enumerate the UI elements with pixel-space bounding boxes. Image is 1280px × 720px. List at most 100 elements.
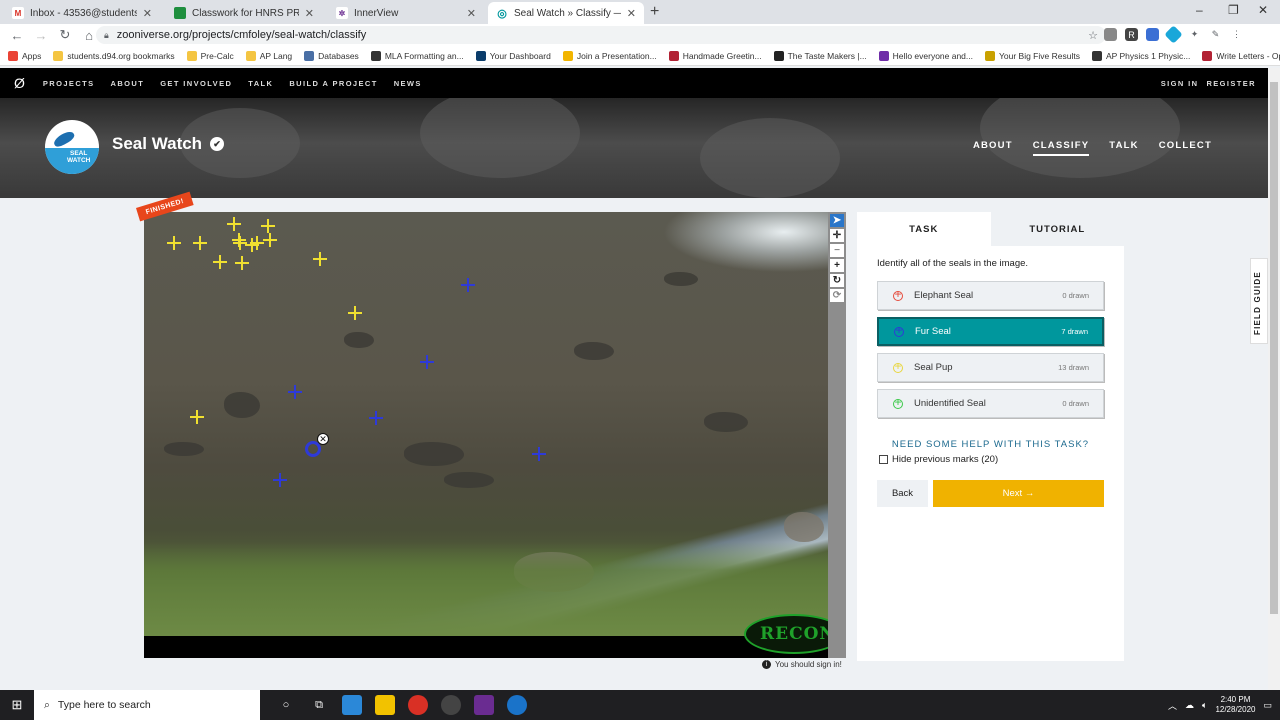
extension-icon[interactable]	[1146, 28, 1159, 41]
pen-icon[interactable]: ✎	[1209, 28, 1222, 41]
tab-innerview[interactable]: ✲ InnerView ✕	[328, 2, 484, 24]
help-link[interactable]: NEED SOME HELP WITH THIS TASK?	[857, 439, 1124, 450]
bookmark-item[interactable]: Apps	[8, 50, 41, 61]
close-icon[interactable]: ✕	[467, 7, 476, 20]
extension-r-icon[interactable]: R	[1125, 28, 1138, 41]
puzzle-icon[interactable]: ✦	[1188, 28, 1201, 41]
seal-pup-mark[interactable]	[193, 236, 207, 250]
fur-seal-mark[interactable]	[369, 411, 383, 425]
windows-start-icon[interactable]: ⊞	[0, 690, 34, 720]
tab-tutorial[interactable]: TUTORIAL	[990, 212, 1124, 246]
back-arrow-icon[interactable]: ←	[10, 28, 24, 43]
project-nav-talk[interactable]: TALK	[1109, 140, 1138, 156]
seal-pup-mark[interactable]	[227, 217, 241, 231]
zoom-out-icon[interactable]: −	[830, 244, 844, 257]
bookmark-item[interactable]: Your Big Five Results	[985, 50, 1080, 61]
choice-unidentified-seal[interactable]: Unidentified Seal 0 drawn	[877, 389, 1104, 418]
forward-arrow-icon[interactable]: →	[34, 28, 48, 43]
bookmark-item[interactable]: Pre-Calc	[186, 50, 234, 61]
seal-pup-mark[interactable]	[213, 255, 227, 269]
pan-tool-icon[interactable]: ✛	[830, 229, 844, 242]
bookmark-item[interactable]: Your Dashboard	[475, 50, 551, 61]
menu-dots-icon[interactable]: ⋮	[1230, 28, 1243, 41]
new-tab-button[interactable]: +	[650, 3, 659, 21]
project-title[interactable]: Seal Watch ✔	[112, 134, 225, 154]
volume-icon[interactable]: 🔈︎	[1202, 700, 1207, 711]
choice-seal-pup[interactable]: Seal Pup 13 drawn	[877, 353, 1104, 382]
cortana-icon[interactable]: ○	[276, 695, 296, 715]
tab-seal-watch[interactable]: ◎ Seal Watch » Classify — Zooniverse ✕	[488, 2, 644, 24]
seal-pup-mark[interactable]	[261, 219, 275, 233]
bookmark-item[interactable]: The Taste Makers |...	[773, 50, 867, 61]
clock[interactable]: 2:40 PM 12/28/2020	[1215, 695, 1255, 715]
nav-get-involved[interactable]: GET INVOLVED	[160, 79, 232, 88]
project-nav-about[interactable]: ABOUT	[973, 140, 1013, 156]
choice-elephant-seal[interactable]: Elephant Seal 0 drawn	[877, 281, 1104, 310]
hide-marks-toggle[interactable]: Hide previous marks (20)	[879, 454, 998, 465]
next-button[interactable]: Next →	[933, 480, 1104, 507]
maximize-icon[interactable]: ❐	[1228, 3, 1239, 17]
nav-talk[interactable]: TALK	[248, 79, 273, 88]
tab-classroom[interactable]: Classwork for HNRS PRE-CALCULUS ✕	[166, 2, 322, 24]
tab-gmail[interactable]: M Inbox - 43536@students.d94.org ✕	[4, 2, 160, 24]
taskbar-search[interactable]: ⌕ Type here to search	[34, 690, 260, 720]
seal-pup-mark[interactable]	[250, 236, 264, 250]
fur-seal-mark[interactable]	[461, 278, 475, 292]
app-icon[interactable]	[474, 695, 494, 715]
seal-pup-mark[interactable]	[313, 252, 327, 266]
pointer-tool-icon[interactable]: ➤	[830, 214, 844, 227]
bookmark-item[interactable]: Join a Presentation...	[562, 50, 657, 61]
nav-news[interactable]: NEWS	[394, 79, 422, 88]
back-button[interactable]: Back	[877, 480, 928, 507]
extension-icon[interactable]	[1164, 25, 1183, 44]
field-guide-tab[interactable]: FIELD GUIDE	[1250, 258, 1268, 344]
tray-chevron-icon[interactable]: ︿	[1168, 699, 1177, 712]
hide-marks-checkbox[interactable]	[879, 455, 888, 464]
seal-pup-mark[interactable]	[235, 256, 249, 270]
zoom-in-icon[interactable]: +	[830, 259, 844, 272]
close-icon[interactable]: ✕	[627, 7, 636, 20]
nav-about[interactable]: ABOUT	[111, 79, 145, 88]
seal-pup-mark[interactable]	[232, 233, 246, 247]
seal-pup-mark[interactable]	[348, 306, 362, 320]
task-view-icon[interactable]: ⧉	[309, 695, 329, 715]
cloud-icon[interactable]: ☁	[1185, 700, 1194, 711]
close-window-icon[interactable]: ✕	[1258, 3, 1268, 17]
zooniverse-logo-icon[interactable]: Ø	[14, 75, 25, 91]
sign-in-link[interactable]: SIGN IN	[1161, 79, 1199, 88]
store-icon[interactable]	[342, 695, 362, 715]
home-icon[interactable]: ⌂	[82, 28, 96, 43]
nav-build-a-project[interactable]: BUILD A PROJECT	[289, 79, 377, 88]
choice-fur-seal[interactable]: Fur Seal 7 drawn	[877, 317, 1104, 346]
reset-view-icon[interactable]: ⟳	[830, 289, 844, 302]
notifications-icon[interactable]: ▭	[1263, 700, 1272, 711]
fur-seal-mark[interactable]	[288, 385, 302, 399]
edge-icon[interactable]	[507, 695, 527, 715]
bookmark-item[interactable]: students.d94.org bookmarks	[53, 50, 175, 61]
bookmark-item[interactable]: Hello everyone and...	[878, 50, 973, 61]
project-nav-classify[interactable]: CLASSIFY	[1032, 140, 1090, 156]
fur-seal-mark[interactable]	[532, 447, 546, 461]
project-nav-collect[interactable]: COLLECT	[1159, 140, 1212, 156]
file-explorer-icon[interactable]	[375, 695, 395, 715]
chrome-active-icon[interactable]	[441, 695, 461, 715]
scrollbar-thumb[interactable]	[1270, 82, 1278, 614]
delete-mark-icon[interactable]: ✕	[317, 433, 329, 445]
register-link[interactable]: REGISTER	[1206, 79, 1256, 88]
seal-pup-mark[interactable]	[190, 410, 204, 424]
fur-seal-mark[interactable]	[420, 355, 434, 369]
fur-seal-mark[interactable]	[273, 473, 287, 487]
bookmark-item[interactable]: AP Lang	[245, 50, 292, 61]
page-scrollbar[interactable]	[1268, 68, 1280, 690]
bookmark-item[interactable]: AP Physics 1 Physic...	[1091, 50, 1190, 61]
star-icon[interactable]: ☆	[1088, 29, 1098, 42]
bookmark-item[interactable]: Write Letters - Ope...	[1202, 50, 1280, 61]
reload-icon[interactable]: ↻	[58, 27, 72, 43]
seal-pup-mark[interactable]	[263, 233, 277, 247]
extension-icon[interactable]	[1104, 28, 1117, 41]
close-icon[interactable]: ✕	[305, 7, 314, 20]
nav-projects[interactable]: PROJECTS	[43, 79, 95, 88]
chrome-icon[interactable]	[408, 695, 428, 715]
minimize-icon[interactable]: –	[1196, 3, 1203, 17]
close-icon[interactable]: ✕	[143, 7, 152, 20]
